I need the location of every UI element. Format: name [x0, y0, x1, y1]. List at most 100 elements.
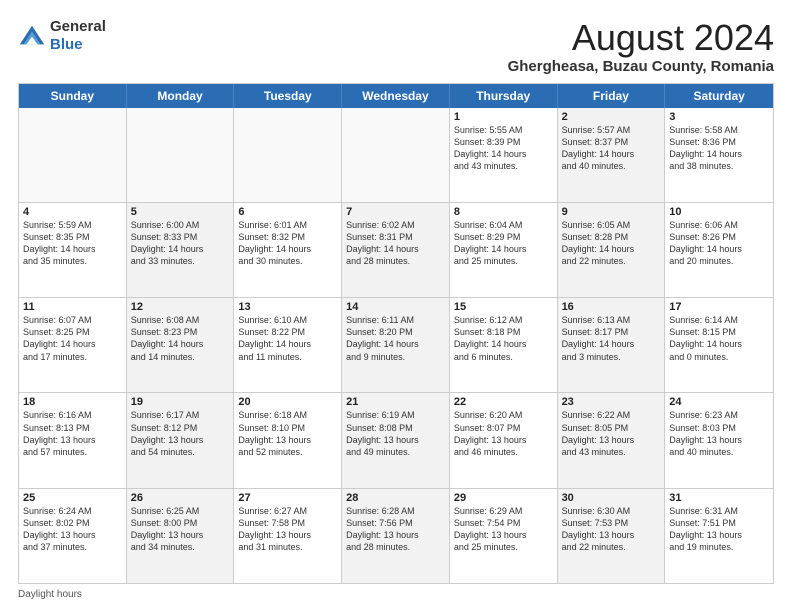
day-number: 1 — [454, 111, 553, 123]
day-number: 24 — [669, 396, 769, 408]
day-cell-3: 3Sunrise: 5:58 AM Sunset: 8:36 PM Daylig… — [665, 108, 773, 202]
day-of-week-friday: Friday — [558, 84, 666, 108]
day-info: Sunrise: 6:19 AM Sunset: 8:08 PM Dayligh… — [346, 409, 445, 458]
day-number: 14 — [346, 301, 445, 313]
day-info: Sunrise: 5:59 AM Sunset: 8:35 PM Dayligh… — [23, 219, 122, 268]
day-cell-8: 8Sunrise: 6:04 AM Sunset: 8:29 PM Daylig… — [450, 203, 558, 297]
month-year: August 2024 — [508, 18, 774, 58]
day-cell-15: 15Sunrise: 6:12 AM Sunset: 8:18 PM Dayli… — [450, 298, 558, 392]
empty-cell — [127, 108, 235, 202]
day-cell-23: 23Sunrise: 6:22 AM Sunset: 8:05 PM Dayli… — [558, 393, 666, 487]
logo-general: General — [50, 18, 106, 35]
page: General Blue August 2024 Ghergheasa, Buz… — [0, 0, 792, 612]
day-cell-31: 31Sunrise: 6:31 AM Sunset: 7:51 PM Dayli… — [665, 489, 773, 583]
day-cell-7: 7Sunrise: 6:02 AM Sunset: 8:31 PM Daylig… — [342, 203, 450, 297]
day-number: 31 — [669, 492, 769, 504]
day-info: Sunrise: 6:16 AM Sunset: 8:13 PM Dayligh… — [23, 409, 122, 458]
day-number: 12 — [131, 301, 230, 313]
day-info: Sunrise: 6:23 AM Sunset: 8:03 PM Dayligh… — [669, 409, 769, 458]
day-info: Sunrise: 6:07 AM Sunset: 8:25 PM Dayligh… — [23, 314, 122, 363]
day-cell-28: 28Sunrise: 6:28 AM Sunset: 7:56 PM Dayli… — [342, 489, 450, 583]
day-info: Sunrise: 6:04 AM Sunset: 8:29 PM Dayligh… — [454, 219, 553, 268]
day-info: Sunrise: 6:11 AM Sunset: 8:20 PM Dayligh… — [346, 314, 445, 363]
calendar-row-1: 1Sunrise: 5:55 AM Sunset: 8:39 PM Daylig… — [19, 108, 773, 202]
empty-cell — [234, 108, 342, 202]
title-block: August 2024 Ghergheasa, Buzau County, Ro… — [508, 18, 774, 75]
day-info: Sunrise: 6:01 AM Sunset: 8:32 PM Dayligh… — [238, 219, 337, 268]
day-number: 22 — [454, 396, 553, 408]
day-cell-16: 16Sunrise: 6:13 AM Sunset: 8:17 PM Dayli… — [558, 298, 666, 392]
day-info: Sunrise: 6:17 AM Sunset: 8:12 PM Dayligh… — [131, 409, 230, 458]
day-number: 19 — [131, 396, 230, 408]
day-of-week-thursday: Thursday — [450, 84, 558, 108]
day-info: Sunrise: 6:22 AM Sunset: 8:05 PM Dayligh… — [562, 409, 661, 458]
day-number: 11 — [23, 301, 122, 313]
calendar-row-5: 25Sunrise: 6:24 AM Sunset: 8:02 PM Dayli… — [19, 488, 773, 583]
day-info: Sunrise: 6:08 AM Sunset: 8:23 PM Dayligh… — [131, 314, 230, 363]
calendar-row-2: 4Sunrise: 5:59 AM Sunset: 8:35 PM Daylig… — [19, 202, 773, 297]
day-info: Sunrise: 6:10 AM Sunset: 8:22 PM Dayligh… — [238, 314, 337, 363]
day-info: Sunrise: 5:55 AM Sunset: 8:39 PM Dayligh… — [454, 124, 553, 173]
day-cell-11: 11Sunrise: 6:07 AM Sunset: 8:25 PM Dayli… — [19, 298, 127, 392]
day-of-week-wednesday: Wednesday — [342, 84, 450, 108]
calendar-header: SundayMondayTuesdayWednesdayThursdayFrid… — [19, 84, 773, 108]
day-number: 7 — [346, 206, 445, 218]
day-cell-14: 14Sunrise: 6:11 AM Sunset: 8:20 PM Dayli… — [342, 298, 450, 392]
day-info: Sunrise: 6:13 AM Sunset: 8:17 PM Dayligh… — [562, 314, 661, 363]
day-info: Sunrise: 5:57 AM Sunset: 8:37 PM Dayligh… — [562, 124, 661, 173]
calendar-body: 1Sunrise: 5:55 AM Sunset: 8:39 PM Daylig… — [19, 108, 773, 583]
day-of-week-saturday: Saturday — [665, 84, 773, 108]
calendar-row-4: 18Sunrise: 6:16 AM Sunset: 8:13 PM Dayli… — [19, 392, 773, 487]
day-cell-2: 2Sunrise: 5:57 AM Sunset: 8:37 PM Daylig… — [558, 108, 666, 202]
logo-blue: Blue — [50, 36, 83, 53]
day-number: 30 — [562, 492, 661, 504]
day-cell-27: 27Sunrise: 6:27 AM Sunset: 7:58 PM Dayli… — [234, 489, 342, 583]
day-cell-5: 5Sunrise: 6:00 AM Sunset: 8:33 PM Daylig… — [127, 203, 235, 297]
day-number: 27 — [238, 492, 337, 504]
day-number: 4 — [23, 206, 122, 218]
day-cell-17: 17Sunrise: 6:14 AM Sunset: 8:15 PM Dayli… — [665, 298, 773, 392]
day-number: 3 — [669, 111, 769, 123]
day-cell-25: 25Sunrise: 6:24 AM Sunset: 8:02 PM Dayli… — [19, 489, 127, 583]
day-number: 15 — [454, 301, 553, 313]
day-info: Sunrise: 6:14 AM Sunset: 8:15 PM Dayligh… — [669, 314, 769, 363]
empty-cell — [19, 108, 127, 202]
day-info: Sunrise: 6:05 AM Sunset: 8:28 PM Dayligh… — [562, 219, 661, 268]
day-number: 2 — [562, 111, 661, 123]
day-number: 16 — [562, 301, 661, 313]
day-info: Sunrise: 6:18 AM Sunset: 8:10 PM Dayligh… — [238, 409, 337, 458]
day-info: Sunrise: 5:58 AM Sunset: 8:36 PM Dayligh… — [669, 124, 769, 173]
day-number: 23 — [562, 396, 661, 408]
day-number: 18 — [23, 396, 122, 408]
day-cell-24: 24Sunrise: 6:23 AM Sunset: 8:03 PM Dayli… — [665, 393, 773, 487]
day-cell-6: 6Sunrise: 6:01 AM Sunset: 8:32 PM Daylig… — [234, 203, 342, 297]
day-number: 17 — [669, 301, 769, 313]
logo-icon — [18, 22, 46, 50]
empty-cell — [342, 108, 450, 202]
day-cell-26: 26Sunrise: 6:25 AM Sunset: 8:00 PM Dayli… — [127, 489, 235, 583]
day-info: Sunrise: 6:25 AM Sunset: 8:00 PM Dayligh… — [131, 505, 230, 554]
day-of-week-monday: Monday — [127, 84, 235, 108]
day-of-week-tuesday: Tuesday — [234, 84, 342, 108]
day-cell-19: 19Sunrise: 6:17 AM Sunset: 8:12 PM Dayli… — [127, 393, 235, 487]
day-cell-18: 18Sunrise: 6:16 AM Sunset: 8:13 PM Dayli… — [19, 393, 127, 487]
day-cell-12: 12Sunrise: 6:08 AM Sunset: 8:23 PM Dayli… — [127, 298, 235, 392]
day-info: Sunrise: 6:24 AM Sunset: 8:02 PM Dayligh… — [23, 505, 122, 554]
day-cell-9: 9Sunrise: 6:05 AM Sunset: 8:28 PM Daylig… — [558, 203, 666, 297]
day-cell-13: 13Sunrise: 6:10 AM Sunset: 8:22 PM Dayli… — [234, 298, 342, 392]
day-number: 10 — [669, 206, 769, 218]
footer-note: Daylight hours — [18, 589, 774, 600]
day-number: 28 — [346, 492, 445, 504]
day-cell-10: 10Sunrise: 6:06 AM Sunset: 8:26 PM Dayli… — [665, 203, 773, 297]
day-number: 21 — [346, 396, 445, 408]
day-info: Sunrise: 6:02 AM Sunset: 8:31 PM Dayligh… — [346, 219, 445, 268]
day-info: Sunrise: 6:20 AM Sunset: 8:07 PM Dayligh… — [454, 409, 553, 458]
day-number: 13 — [238, 301, 337, 313]
day-info: Sunrise: 6:31 AM Sunset: 7:51 PM Dayligh… — [669, 505, 769, 554]
day-info: Sunrise: 6:12 AM Sunset: 8:18 PM Dayligh… — [454, 314, 553, 363]
calendar: SundayMondayTuesdayWednesdayThursdayFrid… — [18, 83, 774, 584]
day-number: 9 — [562, 206, 661, 218]
location: Ghergheasa, Buzau County, Romania — [508, 58, 774, 75]
day-number: 29 — [454, 492, 553, 504]
day-cell-30: 30Sunrise: 6:30 AM Sunset: 7:53 PM Dayli… — [558, 489, 666, 583]
